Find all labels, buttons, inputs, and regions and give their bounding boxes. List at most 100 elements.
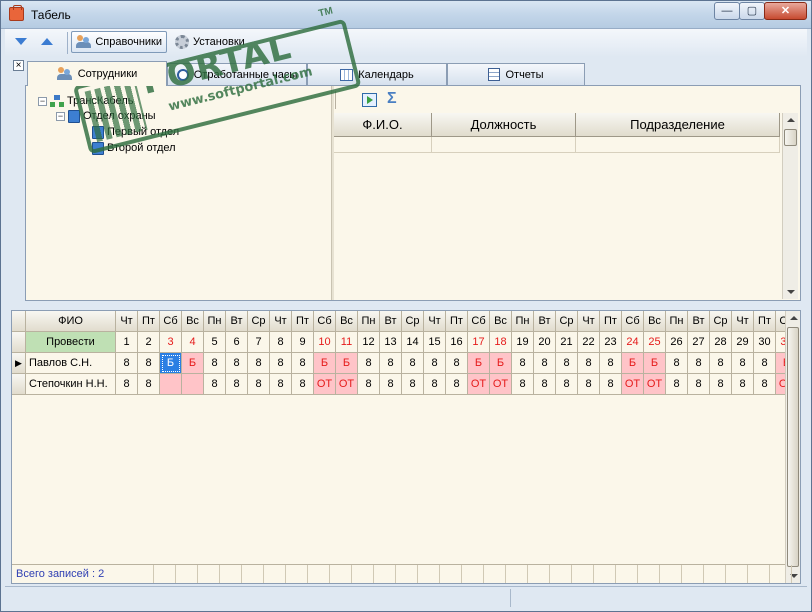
hours-cell[interactable]: Б [622,353,644,374]
day-number-header[interactable]: 25 [644,332,666,353]
hours-cell[interactable]: 8 [226,374,248,395]
hours-cell[interactable]: 8 [270,353,292,374]
hours-cell[interactable]: 8 [292,353,314,374]
hours-cell[interactable]: 8 [116,353,138,374]
hours-cell[interactable]: 8 [402,353,424,374]
day-number-header[interactable]: 3 [160,332,182,353]
day-number-header[interactable]: 28 [710,332,732,353]
hours-cell[interactable]: 8 [446,374,468,395]
day-number-header[interactable]: 18 [490,332,512,353]
employee-name[interactable]: Степочкин Н.Н. [26,374,116,395]
hours-cell[interactable]: ОТ [644,374,666,395]
hours-cell[interactable]: 8 [446,353,468,374]
hours-cell[interactable]: 8 [380,374,402,395]
hours-cell[interactable]: 8 [248,374,270,395]
hours-cell[interactable]: 8 [556,353,578,374]
hours-cell[interactable]: Б [468,353,490,374]
post-button[interactable]: Провести [26,332,116,353]
hours-cell[interactable]: 8 [754,353,776,374]
maximize-button[interactable]: ▢ [739,2,765,20]
tree-node-second[interactable]: Второй отдел [92,141,176,155]
grid-cell[interactable] [576,137,780,153]
tab-calendar[interactable]: Календарь [307,63,447,85]
hours-cell[interactable]: 8 [710,374,732,395]
day-number-header[interactable]: 4 [182,332,204,353]
hours-cell[interactable]: 8 [358,353,380,374]
day-number-header[interactable]: 9 [292,332,314,353]
hours-cell[interactable]: 8 [534,374,556,395]
timesheet-scrollbar[interactable] [785,311,800,583]
arrow-down-icon[interactable] [15,38,27,45]
day-number-header[interactable]: 6 [226,332,248,353]
hours-cell[interactable]: 8 [138,374,160,395]
day-number-header[interactable]: 17 [468,332,490,353]
hours-cell[interactable]: 8 [424,353,446,374]
day-number-header[interactable]: 31 [776,332,785,353]
col-header-position[interactable]: Должность [432,113,576,137]
hours-cell[interactable]: 8 [402,374,424,395]
panel-close-icon[interactable]: × [13,60,24,71]
hours-cell[interactable]: 8 [248,353,270,374]
title-bar[interactable]: Табель — ▢ ✕ [1,1,811,29]
minimize-button[interactable]: — [714,2,740,20]
arrow-up-icon[interactable] [41,38,53,45]
fio-header[interactable]: ФИО [26,311,116,332]
tab-worked-hours[interactable]: Отработанные часы [167,63,307,85]
row-indicator[interactable]: ▶ [12,353,26,374]
hours-cell[interactable]: 8 [688,374,710,395]
day-number-header[interactable]: 10 [314,332,336,353]
row-indicator[interactable] [12,374,26,395]
grid-cell[interactable] [334,137,432,153]
scroll-thumb[interactable] [784,129,797,146]
employee-name[interactable]: Павлов С.Н. [26,353,116,374]
day-number-header[interactable]: 19 [512,332,534,353]
hours-cell[interactable]: ОТ [776,374,785,395]
hours-cell[interactable]: 8 [204,374,226,395]
day-number-header[interactable]: 27 [688,332,710,353]
hours-cell[interactable]: 8 [578,353,600,374]
tree-node-security[interactable]: − Отдел охраны [56,109,156,123]
day-number-header[interactable]: 1 [116,332,138,353]
tab-employees[interactable]: Сотрудники [27,61,167,86]
scroll-down-icon[interactable] [787,290,795,294]
settings-button[interactable]: Установки [171,31,261,53]
day-number-header[interactable]: 5 [204,332,226,353]
hours-cell[interactable]: ОТ [314,374,336,395]
day-number-header[interactable]: 12 [358,332,380,353]
tree-node-first[interactable]: Первый отдел [92,125,179,139]
tree-node-root[interactable]: − ТрансКабель [38,94,134,108]
hours-cell[interactable]: 8 [534,353,556,374]
day-number-header[interactable]: 11 [336,332,358,353]
hours-cell[interactable]: Б [160,353,182,374]
hours-cell[interactable]: Б [314,353,336,374]
hours-cell[interactable]: 8 [666,374,688,395]
hours-cell[interactable]: 8 [292,374,314,395]
hours-cell[interactable]: 8 [666,353,688,374]
hours-cell[interactable]: 8 [358,374,380,395]
scroll-thumb[interactable] [787,327,799,567]
hours-cell[interactable]: 8 [226,353,248,374]
hours-cell[interactable]: 8 [556,374,578,395]
hours-cell[interactable]: 8 [424,374,446,395]
references-button[interactable]: Справочники [71,31,167,53]
day-number-header[interactable]: 13 [380,332,402,353]
hours-cell[interactable]: 8 [732,353,754,374]
day-number-header[interactable]: 21 [556,332,578,353]
collapse-icon[interactable]: − [56,111,65,121]
day-number-header[interactable]: 29 [732,332,754,353]
hours-cell[interactable]: 8 [688,353,710,374]
hours-cell[interactable]: 8 [512,353,534,374]
scroll-up-icon[interactable] [790,316,798,320]
hours-cell[interactable]: 8 [204,353,226,374]
day-number-header[interactable]: 8 [270,332,292,353]
hours-cell[interactable]: 8 [578,374,600,395]
sum-icon[interactable]: Σ [387,90,397,108]
close-button[interactable]: ✕ [764,2,807,20]
hours-cell[interactable]: 8 [732,374,754,395]
hours-cell[interactable]: 8 [512,374,534,395]
hours-cell[interactable]: 8 [138,353,160,374]
hours-cell[interactable]: 8 [116,374,138,395]
hours-cell[interactable]: ОТ [490,374,512,395]
hours-cell[interactable]: Б [182,353,204,374]
day-number-header[interactable]: 2 [138,332,160,353]
